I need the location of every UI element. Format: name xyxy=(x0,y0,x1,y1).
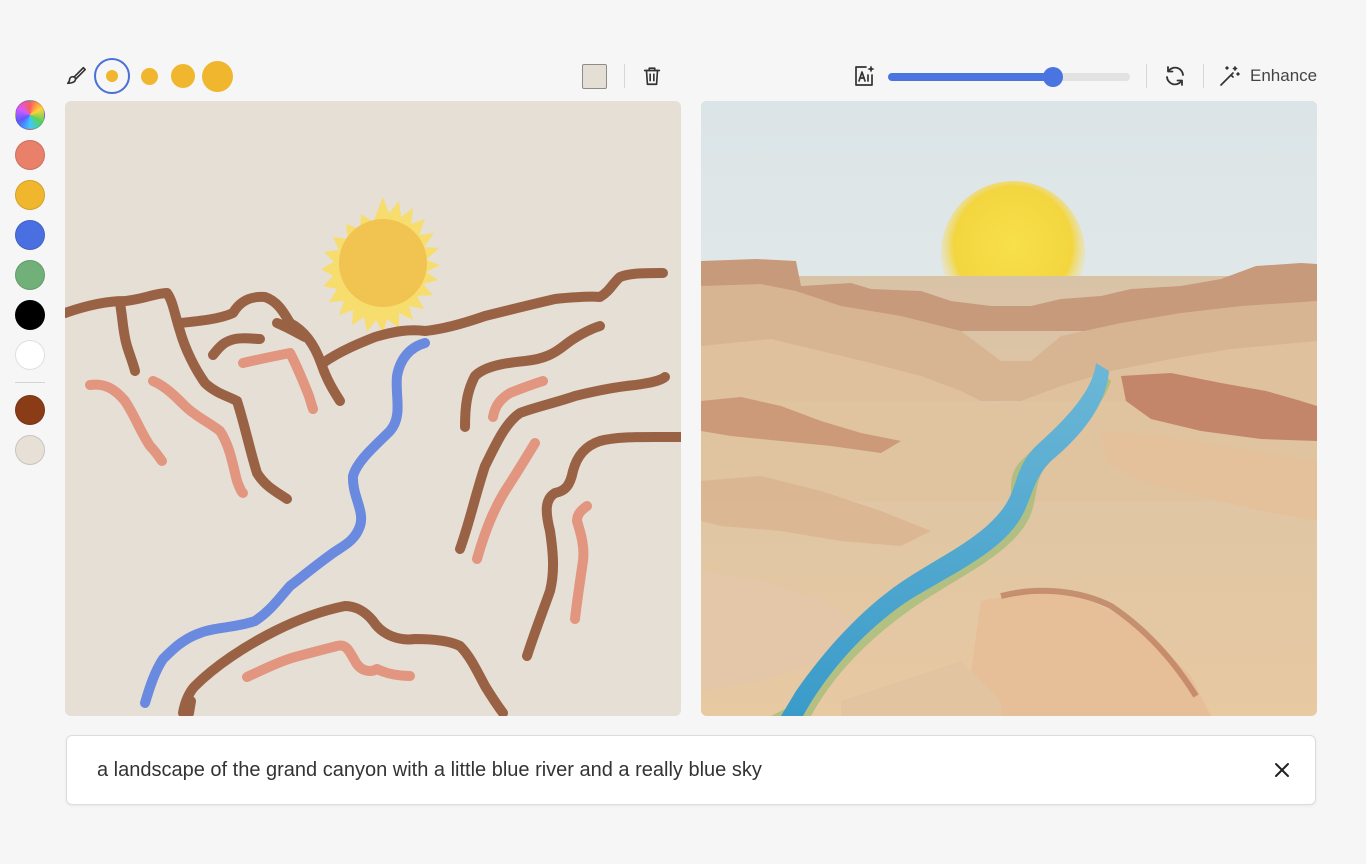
brush-size-xs[interactable] xyxy=(94,58,130,94)
clear-canvas-button[interactable] xyxy=(641,65,663,87)
river-stroke xyxy=(140,338,430,708)
ai-mode-button[interactable] xyxy=(852,64,876,88)
sketch-canvas[interactable] xyxy=(65,101,681,716)
slider-fill xyxy=(888,73,1053,81)
brush-toolbar xyxy=(62,58,235,94)
generated-landscape xyxy=(701,101,1317,716)
enhance-button[interactable]: Enhance xyxy=(1218,64,1317,88)
generation-toolbar: Enhance xyxy=(852,58,1318,94)
clear-prompt-button[interactable] xyxy=(1267,755,1297,785)
brush-size-m[interactable] xyxy=(165,58,201,94)
color-swatch-white[interactable] xyxy=(15,340,45,370)
strength-slider[interactable] xyxy=(888,67,1130,87)
color-swatch-green[interactable] xyxy=(15,260,45,290)
color-palette xyxy=(14,100,46,475)
prompt-text[interactable]: a landscape of the grand canyon with a l… xyxy=(97,759,1267,782)
brush-size-s[interactable] xyxy=(131,58,167,94)
color-swatch-salmon[interactable] xyxy=(15,140,45,170)
color-picker-swatch[interactable] xyxy=(15,100,45,130)
sketch-drawing xyxy=(65,197,681,716)
color-swatch-black[interactable] xyxy=(15,300,45,330)
prompt-input[interactable]: a landscape of the grand canyon with a l… xyxy=(66,735,1316,805)
generated-image xyxy=(701,101,1317,716)
trash-icon xyxy=(643,67,661,86)
brush-icon xyxy=(66,66,86,85)
slider-thumb[interactable] xyxy=(1042,67,1063,87)
brown-strokes xyxy=(65,268,681,716)
recent-color-beige[interactable] xyxy=(15,435,45,465)
sun-drawing xyxy=(321,197,440,333)
divider xyxy=(1203,64,1204,88)
recent-color-brown[interactable] xyxy=(15,395,45,425)
palette-divider xyxy=(15,382,45,383)
regenerate-button[interactable] xyxy=(1163,64,1187,88)
background-color-button[interactable] xyxy=(582,63,607,89)
close-icon xyxy=(1275,763,1289,777)
refresh-icon xyxy=(1166,66,1184,86)
canvas-toolbar xyxy=(582,58,663,94)
divider xyxy=(624,64,625,88)
divider xyxy=(1146,64,1147,88)
brush-tool-button[interactable] xyxy=(62,58,90,94)
ai-image-icon xyxy=(855,65,875,86)
color-swatch-yellow[interactable] xyxy=(15,180,45,210)
brush-size-l[interactable] xyxy=(199,58,235,94)
color-swatch-blue[interactable] xyxy=(15,220,45,250)
enhance-label: Enhance xyxy=(1250,66,1318,85)
magic-wand-icon xyxy=(1220,66,1240,86)
